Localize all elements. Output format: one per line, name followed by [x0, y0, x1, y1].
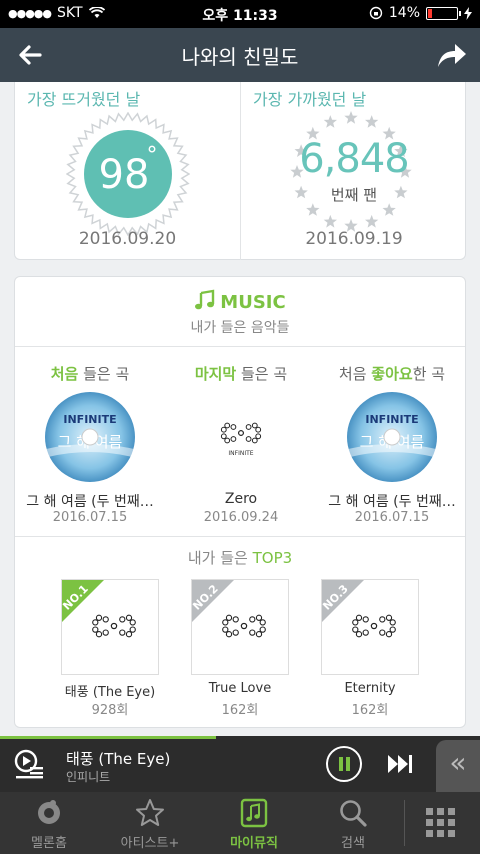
bottom-tab-bar: 멜론홈 아티스트+ 마이뮤직 검색: [0, 792, 480, 854]
my-music-icon: [240, 798, 268, 828]
playback-progress[interactable]: [0, 736, 216, 739]
svg-text:INFINITE: INFINITE: [63, 413, 116, 426]
first-liked-date: 2016.07.15: [354, 510, 430, 525]
last-played-date: 2016.09.24: [203, 510, 279, 525]
album-cover: NO.2: [191, 579, 289, 675]
music-card: MUSIC 내가 들은 음악들 처음 들은 곡 INFINITE 그 해 여름 그…: [14, 276, 466, 728]
star-icon: [382, 203, 396, 216]
temperature-unit: °: [147, 143, 158, 168]
closest-day-label: 가장 가까웠던 날: [253, 90, 367, 109]
rank-ribbon: NO.1: [62, 580, 158, 674]
tab-artist-plus[interactable]: 아티스트+: [98, 792, 202, 854]
top3-play-count: 928회: [91, 703, 129, 718]
fan-rank-label: 번째 팬: [330, 186, 378, 204]
last-played-title: Zero: [224, 491, 258, 507]
star-icon: [344, 111, 358, 124]
temperature-badge: 98 °: [66, 112, 190, 236]
first-played-title: 그 해 여름 (두 번째…: [26, 494, 154, 510]
share-icon[interactable]: [434, 39, 468, 71]
charging-icon: [464, 6, 472, 20]
tab-search[interactable]: 검색: [306, 792, 400, 854]
top3-song-title: True Love: [208, 681, 272, 696]
star-icon: [365, 115, 379, 128]
music-title: MUSIC: [15, 289, 465, 313]
song-highlights: 처음 들은 곡 INFINITE 그 해 여름 그 해 여름 (두 번째… 201…: [15, 347, 465, 537]
menu-grid-icon[interactable]: [426, 808, 456, 838]
top3-item-3[interactable]: NO.3 Eternity 162회: [305, 577, 435, 718]
svg-text:INFINITE: INFINITE: [228, 450, 253, 457]
intimacy-stats-card: 가장 뜨거웠던 날 98 ° 2016.09.20 가장 가까웠던 날 6,84…: [14, 82, 466, 260]
first-played-date: 2016.07.15: [52, 510, 128, 525]
closest-day-date: 2016.09.19: [305, 229, 403, 249]
rank-ribbon: NO.2: [192, 580, 288, 674]
star-icon: [323, 115, 337, 128]
music-note-icon: [195, 289, 215, 310]
now-playing-title: 태풍 (The Eye): [66, 750, 171, 768]
status-bar: ●●●●● SKT 오후 11:33 14%: [0, 0, 480, 28]
top3-heading: 내가 들은 TOP3: [187, 549, 293, 567]
pause-button[interactable]: [326, 746, 362, 782]
mini-player[interactable]: 태풍 (The Eye) 인피니트 «: [0, 736, 480, 792]
last-played-caption: 마지막 들은 곡: [194, 365, 288, 383]
album-disc: INFINITE그 해 여름: [45, 392, 135, 482]
star-icon: [365, 214, 379, 228]
top3-song-title: 태풍 (The Eye): [64, 685, 156, 700]
first-liked-caption: 처음 좋아요한 곡: [338, 365, 446, 383]
closest-day: 가장 가까웠던 날 6,848 번째 팬 2016.09.19: [241, 82, 467, 260]
star-icon: [136, 799, 164, 826]
svg-text:INFINITE: INFINITE: [365, 413, 418, 426]
fan-rank-value: 6,848: [299, 136, 410, 182]
top3-play-count: 162회: [351, 703, 389, 718]
first-played-caption: 처음 들은 곡: [50, 365, 130, 383]
music-subtitle: 내가 들은 음악들: [190, 320, 290, 336]
page-title: 나와의 친밀도: [181, 45, 299, 69]
last-played-song[interactable]: 마지막 들은 곡 INFINITE Zero 2016.09.24: [166, 347, 316, 537]
album-cover: NO.1: [61, 579, 159, 675]
first-played-song[interactable]: 처음 들은 곡 INFINITE 그 해 여름 그 해 여름 (두 번째… 201…: [15, 347, 165, 537]
tab-my-music[interactable]: 마이뮤직: [202, 792, 306, 854]
rotation-lock-icon: [369, 6, 383, 20]
next-track-icon[interactable]: [386, 752, 414, 776]
star-icon: [306, 203, 320, 216]
rank-ribbon: NO.3: [322, 580, 418, 674]
hottest-day-date: 2016.09.20: [78, 229, 177, 249]
hottest-day-label: 가장 뜨거웠던 날: [27, 90, 141, 109]
top3-item-2[interactable]: NO.2 True Love 162회: [175, 577, 305, 718]
album-cover: NO.3: [321, 579, 419, 675]
player-drawer-button[interactable]: «: [436, 740, 480, 792]
album-cover: INFINITE: [195, 391, 287, 483]
top3-play-count: 162회: [221, 703, 259, 718]
tab-melon-home[interactable]: 멜론홈: [0, 792, 98, 854]
temperature-value: 98: [99, 152, 150, 198]
tab-divider: [404, 800, 405, 846]
now-playing-artist: 인피니트: [66, 770, 111, 784]
melon-icon: [38, 800, 60, 824]
app-header: 나와의 친밀도: [0, 28, 480, 82]
star-icon: [323, 214, 337, 228]
hottest-day: 가장 뜨거웠던 날 98 ° 2016.09.20: [15, 82, 241, 260]
album-disc: INFINITE그 해 여름: [347, 392, 437, 482]
first-liked-song[interactable]: 처음 좋아요한 곡 INFINITE 그 해 여름 그 해 여름 (두 번째… 2…: [317, 347, 467, 537]
top3-item-1[interactable]: NO.1 태풍 (The Eye) 928회: [45, 577, 175, 718]
music-header: MUSIC 내가 들은 음악들: [15, 277, 465, 347]
battery-icon: [426, 6, 461, 20]
top3-song-title: Eternity: [344, 681, 396, 696]
first-liked-title: 그 해 여름 (두 번째…: [328, 494, 456, 510]
battery-percent: 14%: [388, 5, 420, 21]
playlist-icon[interactable]: [14, 749, 44, 779]
search-icon: [340, 800, 367, 827]
